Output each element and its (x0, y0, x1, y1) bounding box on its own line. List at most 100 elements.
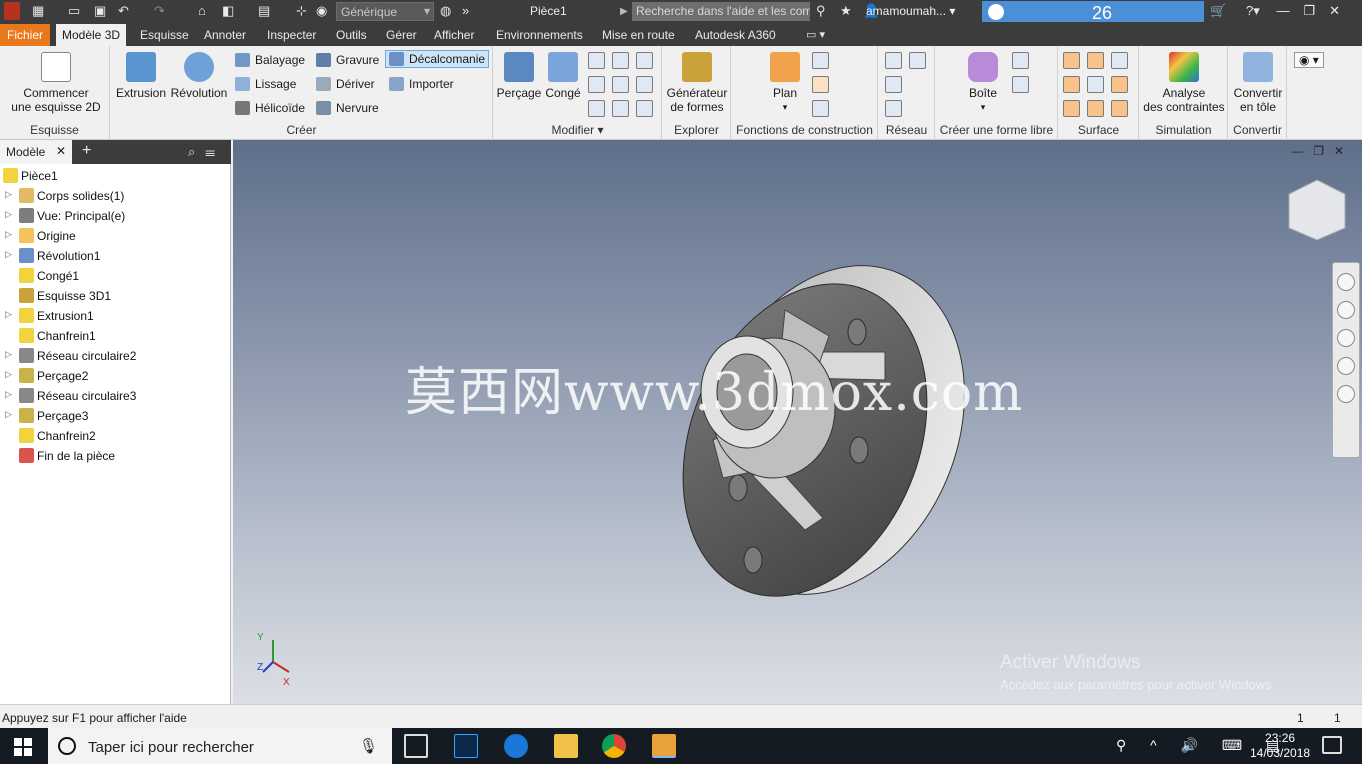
tab-modele-3d[interactable]: Modèle 3D (56, 24, 127, 46)
ruled-surface-icon[interactable] (1063, 100, 1080, 117)
mirror-icon[interactable] (909, 52, 926, 69)
favorites-star-icon[interactable]: ★ (840, 3, 852, 19)
graphics-viewport[interactable]: —❐✕ Y X Z 莫西网www.3dmox.com Activer Windo… (233, 140, 1362, 704)
expand-arrow-icon[interactable]: ▷ (5, 349, 12, 360)
photoshop-icon[interactable] (454, 734, 478, 758)
update-icon[interactable]: ▤ (258, 3, 270, 19)
combine-icon[interactable] (612, 76, 629, 93)
orbit-icon[interactable] (1337, 357, 1355, 375)
window-controls[interactable]: —❐✕ (1276, 3, 1354, 19)
color-wheel-icon[interactable]: ◍ (440, 3, 451, 19)
tab-annoter[interactable]: Annoter (198, 24, 252, 46)
lissage-button[interactable]: Lissage (235, 77, 296, 91)
expand-arrow-icon[interactable]: ▷ (5, 389, 12, 400)
stitch-icon[interactable] (1063, 52, 1080, 69)
balayage-button[interactable]: Balayage (235, 53, 305, 67)
windows-start-icon[interactable] (14, 738, 32, 756)
browser-tab-modele[interactable]: Modèle ✕ (0, 140, 72, 164)
help-icon[interactable]: ?▾ (1246, 3, 1260, 19)
chrome-icon[interactable] (602, 734, 626, 758)
look-at-icon[interactable] (1337, 385, 1355, 403)
tab-environnements[interactable]: Environnements (490, 24, 589, 46)
search-options-icon[interactable]: ⚲ (816, 3, 826, 19)
work-axis-icon[interactable] (812, 52, 829, 69)
redo-icon[interactable]: ↷ (154, 3, 165, 19)
more-commands-icon[interactable]: » (462, 3, 469, 18)
view-cube[interactable] (1288, 179, 1346, 241)
thicken-icon[interactable] (636, 76, 653, 93)
shape-generator-button[interactable]: Générateur de formes (665, 52, 729, 114)
sculpt-icon[interactable] (1111, 52, 1128, 69)
rectangular-pattern-icon[interactable] (885, 52, 902, 69)
select-icon[interactable]: ⊹ (296, 3, 307, 19)
expand-arrow-icon[interactable]: ▷ (5, 309, 12, 320)
tab-esquisse[interactable]: Esquisse (134, 24, 195, 46)
help-search-input[interactable]: Recherche dans l'aide et les com (632, 2, 810, 21)
expand-arrow-icon[interactable]: ▶ (620, 6, 628, 17)
tab-autodesk-a360[interactable]: Autodesk A360 (689, 24, 782, 46)
chamfer-icon[interactable] (588, 52, 605, 69)
home-icon[interactable]: ⌂ (198, 3, 206, 18)
ribbon-options-icon[interactable]: ▭ ▾ (800, 26, 831, 44)
decalcomanie-button[interactable]: Décalcomanie (385, 50, 490, 68)
nervure-button[interactable]: Nervure (316, 101, 379, 115)
zoom-icon[interactable] (1337, 329, 1355, 347)
freeform-edit-icon[interactable] (1012, 52, 1029, 69)
split-icon[interactable] (636, 52, 653, 69)
user-name[interactable]: amamoumah... ▾ (866, 4, 955, 18)
extend-icon[interactable] (1111, 76, 1128, 93)
helicoide-button[interactable]: Hélicoïde (235, 101, 305, 115)
replace-face-icon[interactable] (1087, 100, 1104, 117)
inventor-taskbar-icon[interactable] (652, 734, 676, 758)
conge-button[interactable]: Congé (542, 52, 584, 100)
delete-face-icon[interactable] (612, 100, 629, 117)
steering-wheel-icon[interactable] (1337, 273, 1355, 291)
edge-icon[interactable] (504, 734, 528, 758)
extrusion-button[interactable]: Extrusion (115, 52, 167, 100)
deriver-button[interactable]: Dériver (316, 77, 375, 91)
material-globe-icon[interactable]: ◉ (316, 3, 327, 19)
convert-sheet-metal-button[interactable]: Convertir en tôle (1229, 52, 1287, 114)
direct-edit-icon[interactable] (636, 100, 653, 117)
tab-gerer[interactable]: Gérer (380, 24, 423, 46)
expand-arrow-icon[interactable]: ▷ (5, 189, 12, 200)
revolution-button[interactable]: Révolution (169, 52, 229, 100)
browser-search-menu-icons[interactable]: ⌕☰ (188, 144, 225, 160)
repair-icon[interactable] (1111, 100, 1128, 117)
plan-button[interactable]: Plan ▾ (762, 52, 808, 114)
expand-arrow-icon[interactable]: ▷ (5, 229, 12, 240)
notifications-icon[interactable] (1322, 736, 1342, 754)
expand-arrow-icon[interactable]: ▷ (5, 369, 12, 380)
tab-afficher[interactable]: Afficher (428, 24, 480, 46)
start-sketch-button[interactable]: Commencer une esquisse 2D (8, 52, 104, 114)
tab-outils[interactable]: Outils (330, 24, 373, 46)
file-explorer-icon[interactable] (554, 734, 578, 758)
expand-arrow-icon[interactable]: ▷ (5, 209, 12, 220)
work-point-icon[interactable] (812, 76, 829, 93)
tab-inspecter[interactable]: Inspecter (261, 24, 322, 46)
group-modifier-label[interactable]: Modifier ▾ (494, 123, 661, 137)
appearance-dropdown[interactable]: Générique (336, 2, 434, 21)
circular-pattern-icon[interactable] (885, 76, 902, 93)
draft-icon[interactable] (588, 100, 605, 117)
boite-button[interactable]: Boîte ▾ (958, 52, 1008, 114)
sketch-pattern-icon[interactable] (885, 100, 902, 117)
close-icon[interactable]: ✕ (56, 144, 66, 158)
gravure-button[interactable]: Gravure (316, 53, 379, 67)
cart-icon[interactable]: 🛒 (1210, 3, 1226, 19)
microphone-icon[interactable]: 🎙 (359, 737, 378, 755)
patch-icon[interactable] (1087, 52, 1104, 69)
pan-hand-icon[interactable] (1337, 301, 1355, 319)
boundary-patch-icon[interactable] (1063, 76, 1080, 93)
add-tab-icon[interactable]: + (82, 142, 91, 160)
thread-icon[interactable] (612, 52, 629, 69)
return-icon[interactable]: ◧ (222, 3, 234, 19)
inventor-app-icon[interactable] (4, 2, 20, 20)
ribbon-display-options-button[interactable]: ◉ ▾ (1294, 52, 1324, 68)
importer-button[interactable]: Importer (389, 77, 454, 91)
trial-countdown[interactable]: 26 (982, 1, 1204, 23)
undo-icon[interactable]: ↶ (118, 3, 129, 19)
tab-mise-en-route[interactable]: Mise en route (596, 24, 681, 46)
freeform-convert-icon[interactable] (1012, 76, 1029, 93)
taskbar-search-box[interactable]: Taper ici pour rechercher 🎙 (48, 728, 392, 764)
